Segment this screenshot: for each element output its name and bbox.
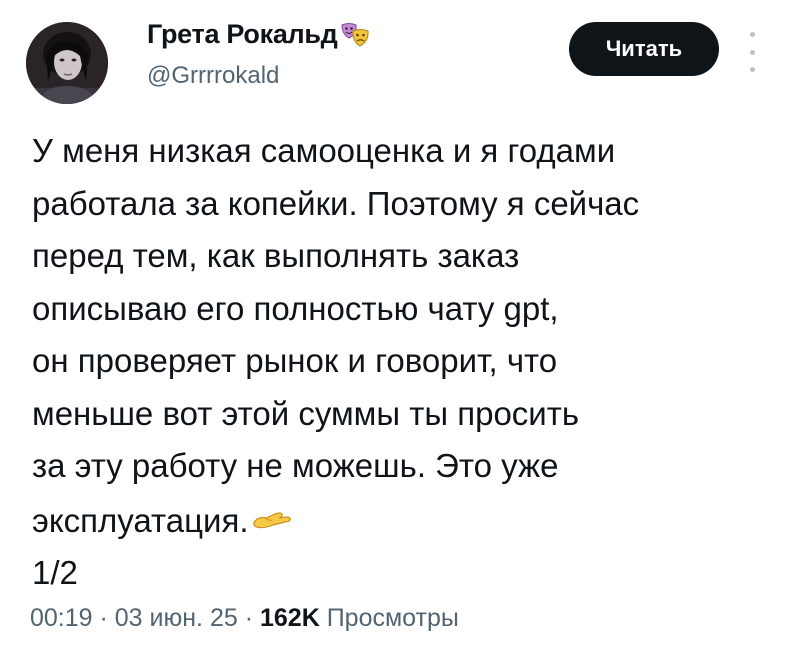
tweet-text: У меня низкая самооценка и я годами рабо… [32,125,782,600]
avatar-image [26,22,108,104]
avatar[interactable] [26,22,108,104]
hand-pinching-icon [251,493,293,528]
tweet-meta: 00:19 · 03 июн. 25 · 162K Просмотры [30,604,459,633]
author-handle[interactable]: @Grrrrokald [147,62,279,90]
tweet-line: меньше вот этой суммы ты просить [32,394,580,432]
tweet-card: Грета Рокальд @Grrrrokald Читать У меня … [0,0,800,667]
meta-separator: · [92,604,115,632]
views-label[interactable]: Просмотры [327,604,459,632]
views-count[interactable]: 162K [260,604,320,632]
more-options-icon[interactable] [745,32,759,72]
tweet-date[interactable]: 03 июн. 25 [115,604,238,632]
tweet-line: работала за копейки. Поэтому я сейчас [32,184,640,222]
tweet-line: за эту работу не можешь. Это уже [32,447,559,484]
tweet-line: он проверяет рынок и говорит, что [32,342,558,379]
follow-button[interactable]: Читать [569,22,719,76]
tweet-line-last: эксплуатация. [32,493,782,548]
tweet-line: эксплуатация. [32,501,249,539]
tweet-line: У меня низкая самооценка и я годами [32,132,616,169]
author-display-name-row[interactable]: Грета Рокальд [147,18,370,50]
tweet-page-counter: 1/2 [32,554,78,591]
meta-separator: · [237,604,260,632]
author-display-name[interactable]: Грета Рокальд [147,19,338,50]
tweet-time[interactable]: 00:19 [30,604,93,632]
tweet-line: описываю его полностью чату gpt, [32,289,559,327]
performing-arts-masks-icon [340,20,370,50]
tweet-line: перед тем, как выполнять заказ [32,237,520,274]
